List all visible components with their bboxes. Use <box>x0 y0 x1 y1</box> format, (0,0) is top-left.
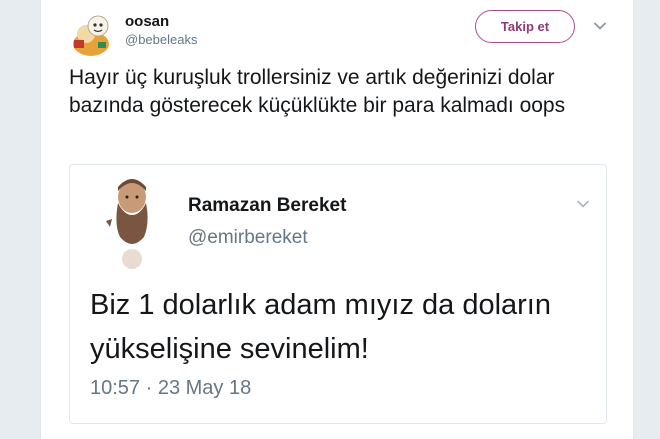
quoted-author-name[interactable]: Ramazan Bereket <box>188 195 346 217</box>
chevron-down-icon <box>577 200 589 208</box>
quoted-timestamp[interactable]: 10:57 · 23 May 18 <box>90 377 251 400</box>
quoted-tweet[interactable]: Ramazan Bereket @emirbereket Biz 1 dolar… <box>69 164 607 424</box>
follow-button[interactable]: Takip et <box>475 10 575 43</box>
bearded-man-avatar-icon <box>106 179 148 269</box>
tweet-options-button[interactable] <box>593 19 607 33</box>
chevron-down-icon <box>594 22 606 30</box>
quoted-options-button[interactable] <box>576 197 590 211</box>
cartoon-avatar-icon <box>68 10 114 56</box>
author-avatar[interactable] <box>68 10 114 56</box>
quoted-tweet-text: Biz 1 dolarlık adam mıyız da doların yük… <box>90 289 551 365</box>
tweet-text: Hayır üç kuruşluk trollersiniz ve artık … <box>69 66 566 117</box>
quoted-author-avatar[interactable] <box>92 175 170 271</box>
quoted-author-handle[interactable]: @emirbereket <box>188 227 308 249</box>
tweet-card: oosan @bebeleaks Takip et Hayır üç kuruş… <box>40 0 634 439</box>
author-handle[interactable]: @bebeleaks <box>125 32 197 47</box>
author-name[interactable]: oosan <box>125 13 169 30</box>
